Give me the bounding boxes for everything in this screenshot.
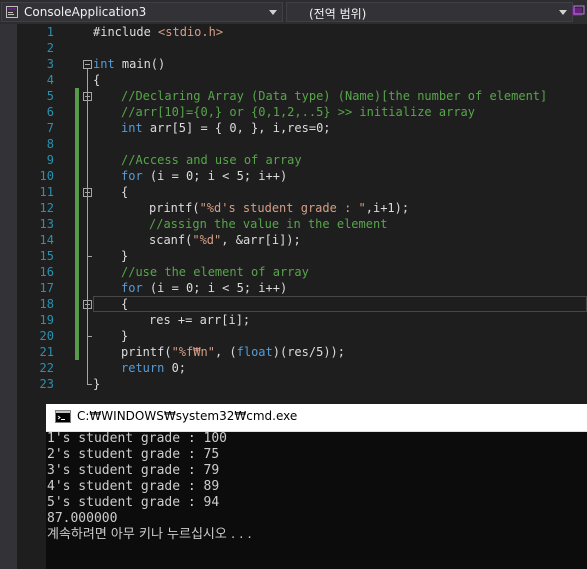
change-tracking-bar	[75, 88, 79, 360]
dropdown-caret-icon	[269, 10, 277, 15]
line-number: 6	[46, 105, 54, 119]
code-line-13[interactable]: //assign the value in the element	[149, 216, 387, 232]
console-line: 5's student grade : 94	[47, 495, 220, 510]
line-number: 8	[46, 137, 54, 151]
console-line: 87.000000	[47, 511, 118, 526]
outline-guide	[87, 69, 88, 385]
project-name: ConsoleApplication3	[24, 5, 147, 19]
code-line-7[interactable]: int arr[5] = { 0, }, i,res=0;	[121, 120, 331, 136]
line-number: 3	[46, 57, 54, 71]
code-line-5[interactable]: //Declaring Array (Data type) (Name)[the…	[121, 88, 547, 104]
line-number: 4	[46, 73, 54, 87]
console-title-bar[interactable]: C:₩WINDOWS₩system32₩cmd.exe	[46, 404, 587, 432]
console-prompt: 계속하려면 아무 키나 누르십시오 . . .	[47, 527, 252, 542]
line-number: 20	[39, 329, 54, 343]
code-line-21[interactable]: printf("%f₩n", (float)(res/5));	[121, 344, 345, 360]
line-number: 18	[39, 297, 54, 311]
code-line-17[interactable]: for (i = 0; i < 5; i++)	[121, 280, 287, 296]
code-line-16[interactable]: //use the element of array	[121, 264, 309, 280]
line-number: 13	[39, 217, 54, 231]
collapse-icon[interactable]	[83, 92, 92, 101]
line-number: 2	[46, 41, 54, 55]
code-line-4[interactable]: {	[93, 72, 100, 88]
console-line: 2's student grade : 75	[47, 447, 220, 462]
code-line-23[interactable]: }	[93, 376, 100, 392]
code-line-6[interactable]: //arr[10]={0,} or {0,1,2,..5} >> initial…	[121, 104, 475, 120]
line-number: 5	[46, 89, 54, 103]
code-line-19[interactable]: res += arr[i];	[149, 312, 250, 328]
code-line-3[interactable]: int main()	[93, 56, 165, 72]
line-number: 17	[39, 281, 54, 295]
collapse-icon[interactable]	[83, 188, 92, 197]
line-number: 11	[39, 185, 54, 199]
code-line-20[interactable]: }	[121, 328, 128, 344]
line-number: 19	[39, 313, 54, 327]
line-number: 15	[39, 249, 54, 263]
code-line-15[interactable]: }	[121, 248, 128, 264]
code-line-9[interactable]: //Access and use of array	[121, 152, 302, 168]
outline-end-tick	[87, 256, 92, 257]
console-line: 1's student grade : 100	[47, 431, 228, 446]
console-output[interactable]: 1's student grade : 100 2's student grad…	[46, 431, 587, 569]
code-line-22[interactable]: return 0;	[121, 360, 186, 376]
outline-end-tick	[87, 384, 92, 385]
line-number: 14	[39, 233, 54, 247]
console-line: 4's student grade : 89	[47, 479, 220, 494]
line-number: 1	[46, 25, 54, 39]
line-number: 12	[39, 201, 54, 215]
console-app-icon	[55, 410, 71, 423]
collapse-icon[interactable]	[83, 300, 92, 309]
scope-name: (전역 범위)	[309, 7, 367, 21]
navigation-bar: ConsoleApplication3 (전역 범위)	[0, 0, 587, 24]
console-window[interactable]: C:₩WINDOWS₩system32₩cmd.exe 1's student …	[46, 404, 587, 569]
line-number: 10	[39, 169, 54, 183]
project-icon	[6, 6, 18, 18]
code-line-1[interactable]: #include <stdio.h>	[93, 24, 223, 40]
project-dropdown[interactable]: ConsoleApplication3	[1, 2, 283, 22]
code-line-18[interactable]: {	[121, 296, 128, 312]
editor-margin	[0, 24, 17, 569]
scope-dropdown[interactable]: (전역 범위)	[286, 2, 573, 22]
line-number: 16	[39, 265, 54, 279]
current-line-highlight	[93, 296, 587, 312]
console-title: C:₩WINDOWS₩system32₩cmd.exe	[77, 409, 298, 423]
console-line: 3's student grade : 79	[47, 463, 220, 478]
dropdown-caret-icon	[559, 10, 567, 15]
line-number: 21	[39, 345, 54, 359]
line-number: 9	[46, 153, 54, 167]
code-line-10[interactable]: for (i = 0; i < 5; i++)	[121, 168, 287, 184]
line-number: 22	[39, 361, 54, 375]
outline-end-tick	[87, 336, 92, 337]
code-line-11[interactable]: {	[121, 184, 128, 200]
collapse-icon[interactable]	[83, 60, 92, 69]
line-number: 7	[46, 121, 54, 135]
scope-icon[interactable]	[570, 4, 586, 20]
code-line-14[interactable]: scanf("%d", &arr[i]);	[149, 232, 301, 248]
code-line-12[interactable]: printf("%d's student grade : ",i+1);	[149, 200, 409, 216]
line-number: 23	[39, 377, 54, 391]
